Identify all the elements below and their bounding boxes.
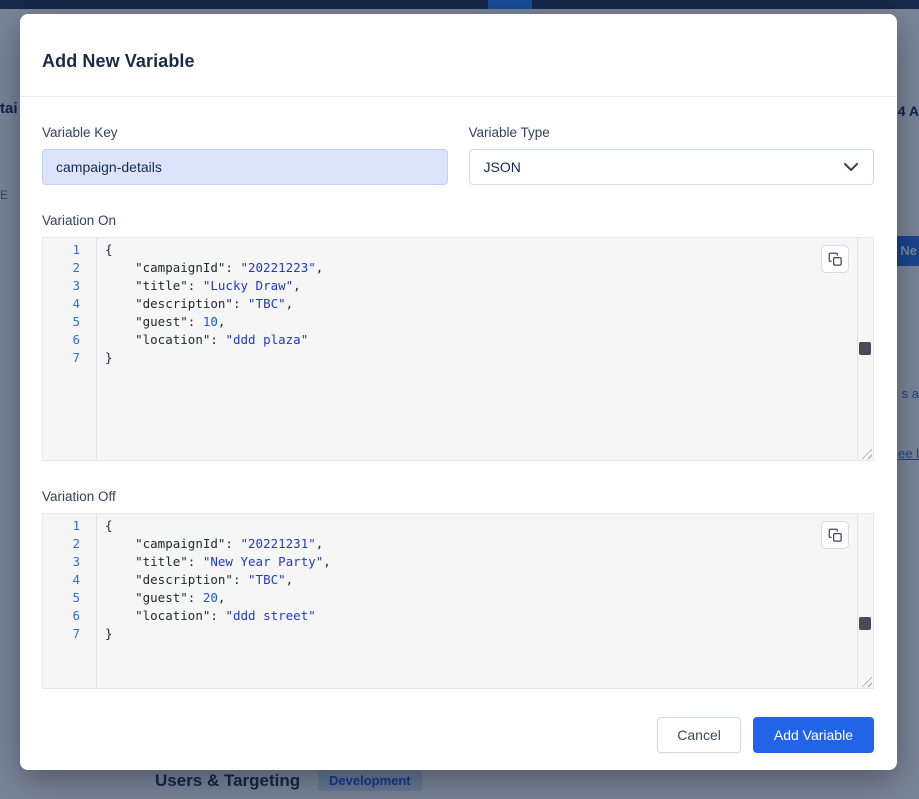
scrollbar-track-line bbox=[857, 238, 858, 460]
scrollbar-thumb[interactable] bbox=[859, 617, 871, 630]
line-number: 5 bbox=[43, 313, 80, 331]
variation-off-section: Variation Off 1234567 { "campaignId": "2… bbox=[42, 489, 874, 689]
variation-off-editor[interactable]: 1234567 { "campaignId": "20221231", "tit… bbox=[42, 513, 874, 689]
code-line[interactable]: } bbox=[105, 349, 873, 367]
scrollbar-track-line bbox=[857, 514, 858, 688]
code-line[interactable]: "campaignId": "20221223", bbox=[105, 259, 873, 277]
cancel-button[interactable]: Cancel bbox=[657, 717, 741, 753]
line-number: 6 bbox=[43, 331, 80, 349]
code-content[interactable]: { "campaignId": "20221231", "title": "Ne… bbox=[97, 514, 873, 688]
code-line[interactable]: } bbox=[105, 625, 873, 643]
copy-icon bbox=[828, 528, 843, 543]
line-number: 1 bbox=[43, 241, 80, 259]
code-line[interactable]: "description": "TBC", bbox=[105, 571, 873, 589]
code-line[interactable]: "guest": 10, bbox=[105, 313, 873, 331]
field-row: Variable Key Variable Type JSON bbox=[42, 125, 874, 185]
line-number: 2 bbox=[43, 535, 80, 553]
variation-on-section: Variation On 1234567 { "campaignId": "20… bbox=[42, 213, 874, 461]
code-line[interactable]: "location": "ddd plaza" bbox=[105, 331, 873, 349]
copy-button[interactable] bbox=[821, 245, 849, 273]
screen: tai E 4 A Ne s a ee l Users & Targeting … bbox=[0, 0, 919, 799]
variable-type-value: JSON bbox=[484, 159, 521, 175]
line-number: 7 bbox=[43, 625, 80, 643]
line-number: 4 bbox=[43, 295, 80, 313]
code-line[interactable]: "title": "New Year Party", bbox=[105, 553, 873, 571]
code-line[interactable]: "description": "TBC", bbox=[105, 295, 873, 313]
code-line[interactable]: { bbox=[105, 517, 873, 535]
line-number: 3 bbox=[43, 277, 80, 295]
line-number: 3 bbox=[43, 553, 80, 571]
chevron-down-icon bbox=[844, 163, 858, 171]
add-variable-modal: Add New Variable Variable Key Variable T… bbox=[20, 14, 897, 770]
code-line[interactable]: "location": "ddd street" bbox=[105, 607, 873, 625]
code-content[interactable]: { "campaignId": "20221223", "title": "Lu… bbox=[97, 238, 873, 460]
line-numbers-gutter: 1234567 bbox=[43, 238, 97, 460]
line-number: 2 bbox=[43, 259, 80, 277]
line-number: 1 bbox=[43, 517, 80, 535]
modal-body: Variable Key Variable Type JSON Variatio… bbox=[20, 97, 897, 717]
line-number: 6 bbox=[43, 607, 80, 625]
code-line[interactable]: "campaignId": "20221231", bbox=[105, 535, 873, 553]
code-line[interactable]: "title": "Lucky Draw", bbox=[105, 277, 873, 295]
scrollbar-thumb[interactable] bbox=[859, 342, 871, 355]
line-numbers-gutter: 1234567 bbox=[43, 514, 97, 688]
variable-type-field: Variable Type JSON bbox=[469, 125, 875, 185]
code-line[interactable]: "guest": 20, bbox=[105, 589, 873, 607]
copy-icon bbox=[828, 252, 843, 267]
modal-footer: Cancel Add Variable bbox=[20, 717, 897, 770]
variable-type-select[interactable]: JSON bbox=[469, 149, 875, 185]
variation-off-label: Variation Off bbox=[42, 489, 874, 504]
variable-type-label: Variable Type bbox=[469, 125, 875, 140]
line-number: 7 bbox=[43, 349, 80, 367]
add-variable-button[interactable]: Add Variable bbox=[753, 717, 874, 753]
code-line[interactable]: { bbox=[105, 241, 873, 259]
copy-button[interactable] bbox=[821, 521, 849, 549]
modal-title: Add New Variable bbox=[42, 51, 875, 72]
variation-on-editor[interactable]: 1234567 { "campaignId": "20221223", "tit… bbox=[42, 237, 874, 461]
variable-key-label: Variable Key bbox=[42, 125, 448, 140]
variation-on-label: Variation On bbox=[42, 213, 874, 228]
modal-header: Add New Variable bbox=[20, 14, 897, 96]
line-number: 5 bbox=[43, 589, 80, 607]
variable-key-field: Variable Key bbox=[42, 125, 448, 185]
line-number: 4 bbox=[43, 571, 80, 589]
variable-key-input[interactable] bbox=[42, 149, 448, 185]
